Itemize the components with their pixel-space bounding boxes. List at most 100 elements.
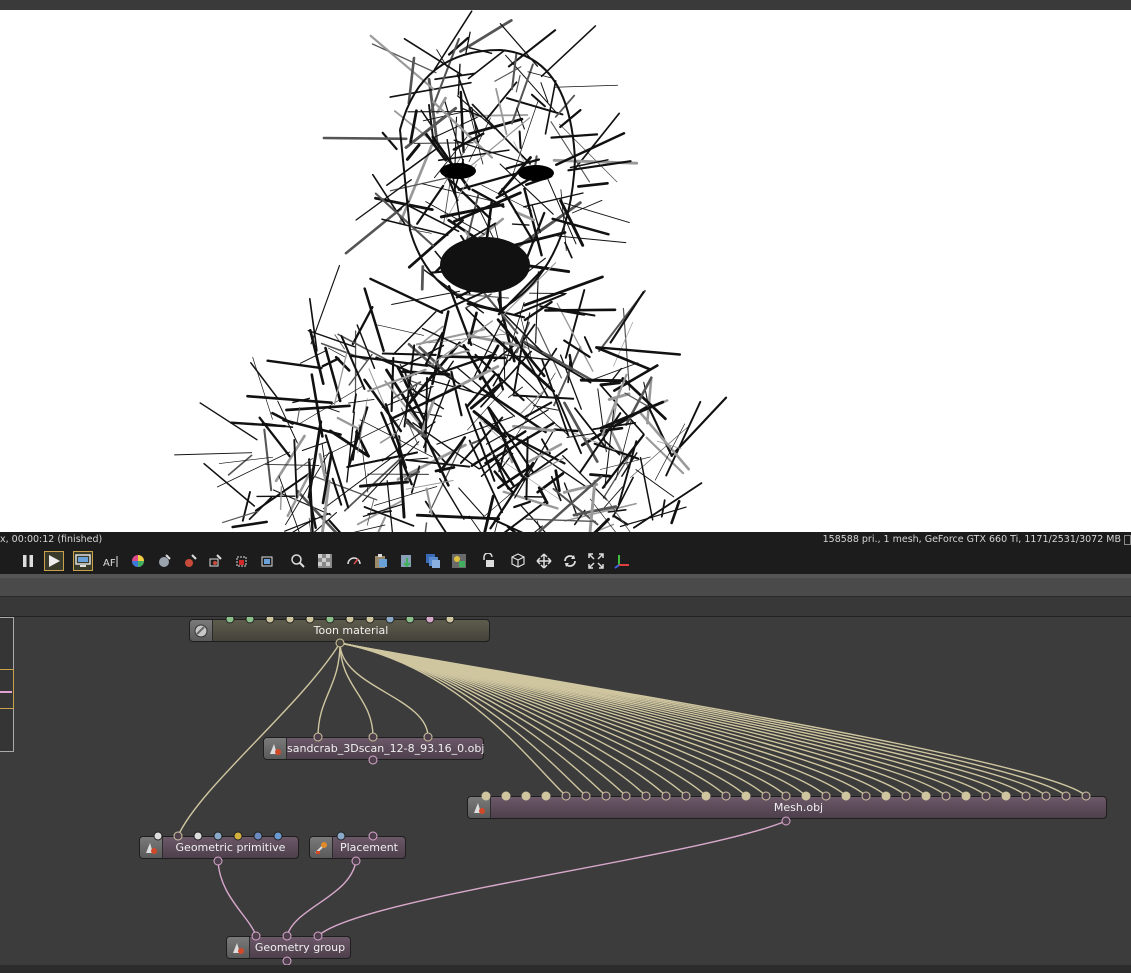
pin-group-input [282,931,292,941]
pin-primitive-input [193,831,203,841]
layers-button[interactable] [423,551,443,571]
pin-toon-input [285,617,295,624]
pin-toon-input [245,617,255,624]
material-picker-button[interactable] [154,551,174,571]
pin-placement-input [368,831,378,841]
export-icon [401,555,411,568]
pin-toon-input [385,617,395,624]
mouth-shadow [440,237,530,293]
pin-mesh-input [521,791,531,801]
focus-button[interactable]: AF [101,551,121,571]
axis-button[interactable] [612,551,632,571]
render-pass-icon [452,554,466,568]
pin-toon-input [325,617,335,624]
node-graph-editor[interactable]: Toon material sandcrab_3Dscan_12-8_93.16… [0,617,1131,965]
pin-mesh-input [581,791,591,801]
pin-mesh-input [661,791,671,801]
move-button[interactable] [534,551,554,571]
pin-mesh-input [701,791,711,801]
lock-button[interactable] [478,551,498,571]
color-picker-button[interactable] [128,551,148,571]
pin-primitive-input [173,831,183,841]
export-button[interactable] [397,551,417,571]
pattern-button[interactable] [315,551,335,571]
pin-mesh-input [501,791,511,801]
region-icon [236,556,247,567]
magnifier-icon [291,554,305,568]
pin-mesh-input [641,791,651,801]
pin-mesh-input [721,791,731,801]
pin-group-input [251,931,261,941]
pin-mesh-input [981,791,991,801]
pin-primitive-input [273,831,283,841]
sphere-picker-icon [159,554,171,567]
window-top-bar [0,0,1131,10]
pin-mesh-input [681,791,691,801]
pause-icon [23,555,33,567]
cube-button[interactable] [508,551,528,571]
panel-header [0,578,1131,596]
rotate-icon [564,555,576,567]
pin-mesh-input [601,791,611,801]
lock-icon [483,553,494,567]
pin-toon-input [405,617,415,624]
eye-right [518,165,554,181]
render-pass-button[interactable] [449,551,469,571]
pin-mesh-input [1001,791,1011,801]
status-grip-icon[interactable] [1124,535,1131,545]
copy-button[interactable] [371,551,391,571]
color-wheel-icon [132,555,144,567]
pin-mesh-input [1081,791,1091,801]
pin-mesh-input [961,791,971,801]
fit-icon [588,553,604,569]
clipboard-icon [375,554,387,568]
pin-mesh-input [901,791,911,801]
film-region-icon [261,556,273,567]
display-button[interactable] [73,551,93,571]
node-graph-toolbar [0,596,1131,617]
scene-stats-text: 158588 pri., 1 mesh, GeForce GTX 660 Ti,… [822,534,1121,545]
pin-mesh-input [821,791,831,801]
pin-mesh-input [841,791,851,801]
region-button[interactable] [231,551,251,571]
fit-button[interactable] [586,551,606,571]
window-bottom-bar [0,965,1131,973]
zoom-button[interactable] [288,551,308,571]
svg-text:AF: AF [103,558,116,568]
render-viewport[interactable] [0,10,1131,532]
preferences-button[interactable] [344,551,364,571]
camera-picker-icon [209,554,222,567]
pause-button[interactable] [18,551,38,571]
pin-toon-input [265,617,275,624]
object-picker-button[interactable] [180,551,200,571]
pin-mesh-output [781,816,791,826]
node-pins [153,617,1091,965]
pin-sandcrab-input [423,732,433,742]
pin-placement-input [336,831,346,841]
pin-mesh-input [621,791,631,801]
pin-mesh-input [741,791,751,801]
pin-mesh-input [801,791,811,801]
pin-primitive-output [213,856,223,866]
gauge-icon [347,557,361,565]
pin-toon-input [225,617,235,624]
pin-toon-input [345,617,355,624]
pin-primitive-input [213,831,223,841]
pin-primitive-input [153,831,163,841]
status-bar: x, 00:00:12 (finished) 158588 pri., 1 me… [0,532,1131,548]
rotate-button[interactable] [560,551,580,571]
camera-picker-button[interactable] [205,551,225,571]
pin-mesh-input [481,791,491,801]
play-icon [49,555,60,567]
pin-sandcrab-output [368,755,378,765]
pin-placement-output [351,856,361,866]
eye-left [440,163,476,179]
film-region-button[interactable] [257,551,277,571]
pin-mesh-input [1061,791,1071,801]
pin-mesh-input [861,791,871,801]
object-picker-icon [185,554,197,567]
render-status-text: x, 00:00:12 (finished) [0,534,103,545]
pin-toon-input [365,617,375,624]
pin-mesh-input [561,791,571,801]
play-button[interactable] [44,551,64,571]
